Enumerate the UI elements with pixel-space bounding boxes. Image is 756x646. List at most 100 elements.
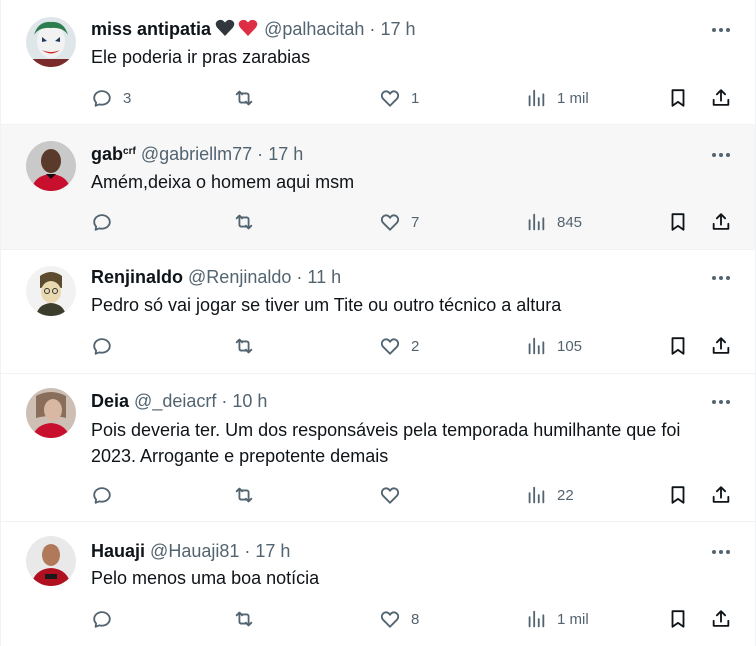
views-icon — [528, 610, 545, 628]
repost-icon — [235, 90, 253, 106]
reply-post[interactable]: Renjinaldo @Renjinaldo · 11 h Pedro só v… — [1, 250, 755, 374]
views-icon — [528, 337, 545, 355]
more-horizontal-icon — [712, 276, 730, 280]
share-button[interactable] — [710, 86, 732, 110]
more-options-button[interactable] — [709, 145, 733, 165]
views-button[interactable]: 1 mil — [525, 607, 589, 631]
separator-dot: · — [296, 267, 303, 287]
share-icon — [712, 486, 730, 503]
like-button[interactable]: 8 — [379, 607, 419, 631]
views-count: 1 mil — [557, 610, 589, 628]
user-handle[interactable]: @Hauaji81 — [150, 541, 239, 561]
timestamp[interactable]: 17 h — [255, 541, 290, 561]
bookmark-button[interactable] — [667, 334, 689, 358]
bookmark-button[interactable] — [667, 86, 689, 110]
user-handle[interactable]: @Renjinaldo — [188, 267, 291, 287]
reply-icon — [93, 611, 111, 628]
timestamp[interactable]: 17 h — [268, 144, 303, 164]
views-count: 1 mil — [557, 89, 589, 107]
reply-button[interactable] — [91, 210, 113, 234]
more-options-button[interactable] — [709, 268, 733, 288]
views-button[interactable]: 22 — [525, 483, 574, 507]
reply-feed: miss antipatia @palhacitah · 17 h Ele po… — [0, 0, 756, 646]
timestamp[interactable]: 10 h — [232, 391, 267, 411]
like-button[interactable] — [379, 483, 401, 507]
timestamp[interactable]: 17 h — [380, 19, 415, 39]
views-button[interactable]: 845 — [525, 210, 582, 234]
share-button[interactable] — [710, 210, 732, 234]
share-button[interactable] — [710, 334, 732, 358]
bookmark-button[interactable] — [667, 210, 689, 234]
display-name[interactable]: Deia — [91, 391, 129, 411]
bookmark-button[interactable] — [667, 607, 689, 631]
bookmark-icon — [671, 486, 685, 504]
reply-button[interactable] — [91, 334, 113, 358]
like-count: 7 — [411, 213, 420, 231]
post-actions: 8 1 mil — [91, 607, 735, 631]
bookmark-icon — [671, 610, 685, 628]
like-button[interactable]: 2 — [379, 334, 419, 358]
heart-emojis — [215, 18, 259, 43]
reply-post[interactable]: gabcrf @gabriellm77 · 17 h Amém,deixa o … — [1, 125, 755, 250]
display-name[interactable]: Renjinaldo — [91, 267, 183, 287]
post-text: Pedro só vai jogar se tiver um Tite ou o… — [91, 295, 562, 315]
reply-button[interactable] — [91, 483, 113, 507]
like-count: 2 — [411, 337, 420, 355]
more-horizontal-icon — [712, 28, 730, 32]
views-count: 105 — [557, 337, 583, 355]
repost-button[interactable] — [233, 607, 255, 631]
share-icon — [712, 213, 730, 230]
black-heart-icon — [215, 19, 235, 36]
reply-post[interactable]: Deia @_deiacrf · 10 h Pois deveria ter. … — [1, 374, 755, 522]
share-button[interactable] — [710, 607, 732, 631]
share-icon — [712, 89, 730, 106]
reply-icon — [93, 90, 111, 107]
avatar[interactable] — [26, 536, 76, 586]
like-count: 1 — [411, 89, 420, 107]
like-button[interactable]: 7 — [379, 210, 419, 234]
like-count: 8 — [411, 610, 420, 628]
display-name[interactable]: Hauaji — [91, 541, 145, 561]
separator-dot: · — [257, 144, 264, 164]
repost-button[interactable] — [233, 483, 255, 507]
heart-icon — [380, 487, 400, 504]
like-button[interactable]: 1 — [379, 86, 419, 110]
post-text: Amém,deixa o homem aqui msm — [91, 172, 355, 192]
user-handle[interactable]: @gabriellm77 — [141, 144, 252, 164]
reply-button[interactable]: 3 — [91, 86, 131, 110]
timestamp[interactable]: 11 h — [307, 267, 341, 287]
views-button[interactable]: 105 — [525, 334, 582, 358]
user-handle[interactable]: @_deiacrf — [134, 391, 216, 411]
repost-button[interactable] — [233, 334, 255, 358]
avatar[interactable] — [26, 388, 76, 438]
reply-button[interactable] — [91, 607, 113, 631]
repost-button[interactable] — [233, 86, 255, 110]
avatar[interactable] — [26, 266, 76, 316]
post-text: Ele poderia ir pras zarabias — [91, 47, 311, 67]
post-actions: 3 1 1 mil — [91, 86, 735, 110]
reply-icon — [93, 214, 111, 231]
post-actions: 2 105 — [91, 334, 735, 358]
more-options-button[interactable] — [709, 392, 733, 412]
reply-post[interactable]: Hauaji @Hauaji81 · 17 h Pelo menos uma b… — [1, 522, 755, 646]
display-name[interactable]: gab — [91, 144, 123, 164]
separator-dot: · — [369, 19, 376, 39]
views-button[interactable]: 1 mil — [525, 86, 589, 110]
views-icon — [528, 486, 545, 504]
avatar[interactable] — [26, 141, 76, 191]
reply-icon — [93, 487, 111, 504]
share-button[interactable] — [710, 483, 732, 507]
more-options-button[interactable] — [709, 20, 733, 40]
avatar[interactable] — [26, 17, 76, 67]
user-handle[interactable]: @palhacitah — [264, 19, 364, 39]
name-superscript: crf — [123, 146, 136, 157]
more-horizontal-icon — [712, 400, 730, 404]
bookmark-button[interactable] — [667, 483, 689, 507]
bookmark-icon — [671, 213, 685, 231]
reply-icon — [93, 338, 111, 355]
repost-button[interactable] — [233, 210, 255, 234]
more-options-button[interactable] — [709, 542, 733, 562]
display-name[interactable]: miss antipatia — [91, 19, 211, 39]
reply-post[interactable]: miss antipatia @palhacitah · 17 h Ele po… — [1, 0, 755, 125]
heart-icon — [380, 338, 400, 355]
